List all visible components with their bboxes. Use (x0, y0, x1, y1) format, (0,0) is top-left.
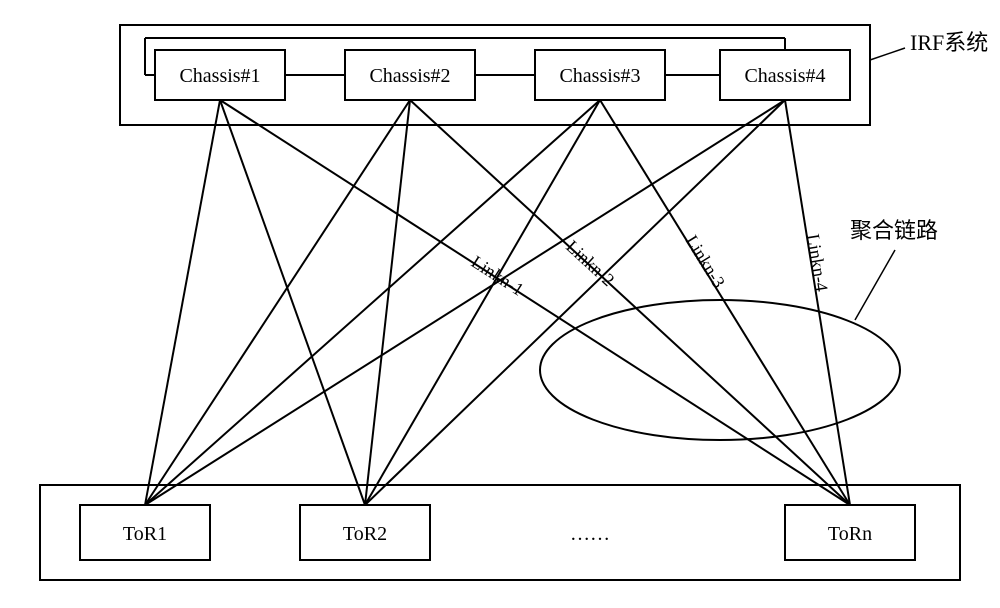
aggregate-label-leader (855, 250, 895, 320)
aggregate-link-ellipse (540, 300, 900, 440)
link-n3-label: Linkn-3 (682, 232, 729, 292)
chassis-4-label: Chassis#4 (744, 65, 825, 87)
network-diagram: IRF系统 Chassis#1 Chassis#2 Chassis#3 Chas… (0, 0, 1000, 603)
irf-system-label: IRF系统 (910, 30, 988, 55)
tor-ellipsis: …… (570, 523, 610, 545)
link-c3-tn (600, 100, 850, 505)
link-c4-t2 (365, 100, 785, 505)
chassis-2-label: Chassis#2 (369, 65, 450, 87)
aggregate-link-label: 聚合链路 (850, 218, 938, 243)
tor-2-label: ToR2 (343, 523, 387, 545)
tor-n-label: ToRn (828, 523, 872, 545)
tor-group-box (40, 485, 960, 580)
chassis-1-label: Chassis#1 (179, 65, 260, 87)
link-c2-tn (410, 100, 850, 505)
link-c3-t2 (365, 100, 600, 505)
chassis-3-label: Chassis#3 (559, 65, 640, 87)
link-c1-t1 (145, 100, 220, 505)
link-c2-t1 (145, 100, 410, 505)
tor-1-label: ToR1 (123, 523, 167, 545)
link-c4-tn (785, 100, 850, 505)
link-n4-label: Linkn-4 (803, 232, 832, 292)
irf-label-leader (870, 48, 905, 60)
link-n1-label: Linkn-1 (468, 252, 528, 300)
link-c1-tn (220, 100, 850, 505)
link-n2-label: Linkn-2 (562, 236, 618, 290)
